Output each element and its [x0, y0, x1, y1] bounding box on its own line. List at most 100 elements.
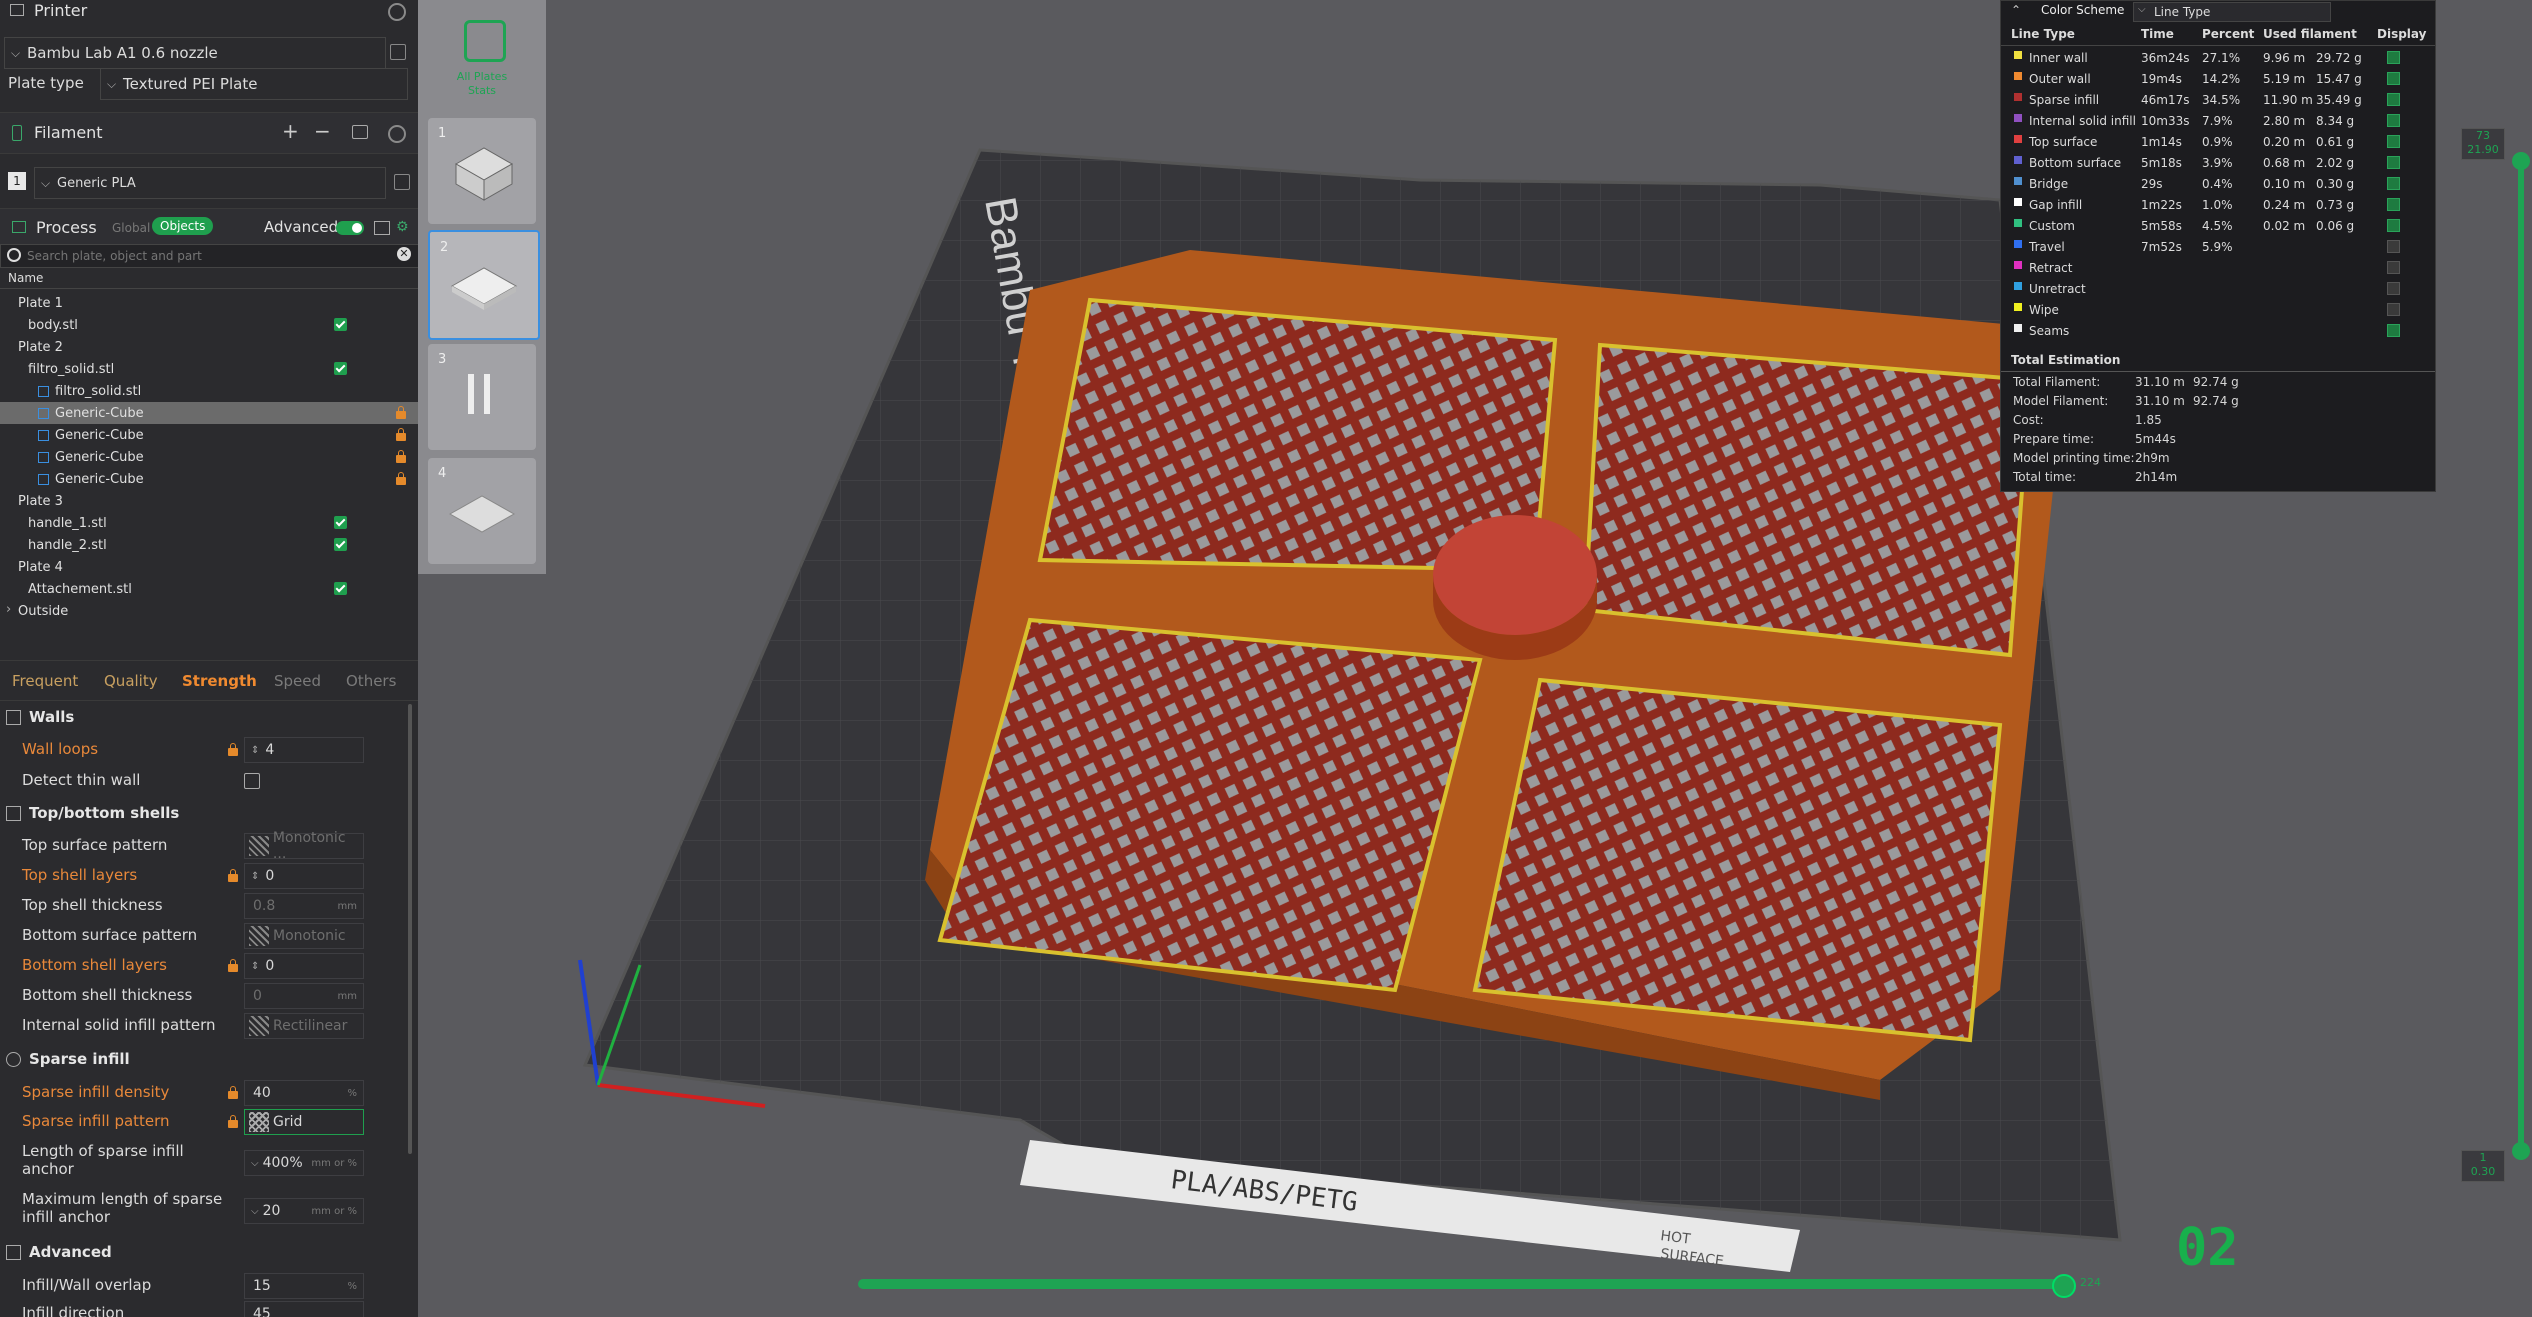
display-checkbox[interactable] — [2387, 51, 2400, 64]
move-slider-track[interactable] — [858, 1279, 2068, 1289]
tab-others[interactable]: Others — [346, 672, 396, 690]
plate-type-select[interactable]: ⌵ Textured PEI Plate — [100, 68, 408, 100]
display-checkbox[interactable] — [2387, 93, 2400, 106]
tab-speed[interactable]: Speed — [274, 672, 321, 690]
process-objects-toggle[interactable]: Objects — [152, 217, 214, 235]
tree-item[interactable]: Generic-Cube — [0, 402, 418, 424]
tree-item[interactable]: Outside › — [0, 600, 418, 622]
visible-checkbox[interactable] — [334, 538, 347, 551]
tree-item[interactable]: Generic-Cube — [0, 468, 418, 490]
advanced-toggle[interactable] — [336, 221, 364, 235]
layer-slider-top-handle[interactable] — [2512, 152, 2530, 170]
display-checkbox[interactable] — [2387, 240, 2400, 253]
visible-checkbox[interactable] — [334, 582, 347, 595]
anchor-length-input[interactable]: ⌵ 400% mm or % — [244, 1150, 364, 1176]
layer-slider-track[interactable] — [2518, 160, 2524, 1150]
detect-thin-wall-checkbox[interactable] — [244, 773, 260, 789]
lock-icon[interactable] — [396, 428, 406, 441]
infill-wall-overlap-input[interactable]: 15% — [244, 1273, 364, 1299]
tree-item[interactable]: Plate 2 — [0, 336, 418, 358]
sync-icon[interactable] — [352, 125, 368, 139]
tree-item[interactable]: handle_2.stl — [0, 534, 418, 556]
tree-item[interactable]: Generic-Cube — [0, 424, 418, 446]
remove-filament-icon[interactable]: − — [314, 119, 331, 143]
top-surface-pattern-select[interactable]: Monotonic ... — [244, 830, 364, 862]
max-anchor-length-input[interactable]: ⌵ 20 mm or % — [244, 1198, 364, 1224]
sparse-infill-density-input[interactable]: 40% — [244, 1080, 364, 1106]
visible-checkbox[interactable] — [334, 318, 347, 331]
add-filament-icon[interactable]: + — [282, 119, 299, 143]
tree-item[interactable]: Plate 1 — [0, 292, 418, 314]
display-checkbox[interactable] — [2387, 282, 2400, 295]
display-checkbox[interactable] — [2387, 72, 2400, 85]
display-checkbox[interactable] — [2387, 156, 2400, 169]
lock-icon[interactable] — [228, 869, 238, 882]
plate-thumbnail-3[interactable]: 3 — [428, 344, 536, 450]
sparse-infill-pattern-select[interactable]: Grid — [244, 1109, 364, 1135]
chevron-right-icon[interactable]: › — [6, 602, 11, 617]
plate-thumbnail-4[interactable]: 4 — [428, 458, 536, 564]
clear-search-icon[interactable]: ✕ — [397, 247, 411, 261]
top-shell-thickness-input[interactable]: 0.8 mm — [244, 893, 364, 919]
layer-slider-bottom-handle[interactable] — [2512, 1142, 2530, 1160]
settings-scrollbar[interactable] — [408, 704, 412, 1154]
filament-select[interactable]: ⌵ Generic PLA — [34, 167, 386, 199]
collapse-icon[interactable]: ⌃ — [2011, 3, 2021, 17]
display-checkbox[interactable] — [2387, 198, 2400, 211]
tree-item[interactable]: Generic-Cube — [0, 446, 418, 468]
process-settings-icon[interactable]: ⚙ — [396, 219, 409, 235]
lock-icon[interactable] — [396, 472, 406, 485]
plate-thumbnail-1[interactable]: 1 — [428, 118, 536, 224]
tree-item[interactable]: handle_1.stl — [0, 512, 418, 534]
tab-frequent[interactable]: Frequent — [12, 672, 78, 690]
tree-item[interactable]: filtro_solid.stl — [0, 380, 418, 402]
lock-icon[interactable] — [396, 406, 406, 419]
process-global-toggle[interactable]: Global — [112, 221, 150, 235]
printer-select[interactable]: ⌵ Bambu Lab A1 0.6 nozzle — [4, 37, 386, 69]
move-slider-handle[interactable] — [2052, 1274, 2076, 1298]
tree-item[interactable]: Plate 4 — [0, 556, 418, 578]
edit-icon[interactable] — [390, 44, 406, 60]
tree-item[interactable]: body.stl — [0, 314, 418, 336]
lock-icon[interactable] — [396, 450, 406, 463]
display-checkbox[interactable] — [2387, 261, 2400, 274]
bottom-shell-layers-input[interactable]: ⇕ 0 — [244, 953, 364, 979]
display-checkbox[interactable] — [2387, 303, 2400, 316]
sparse-infill-icon — [6, 1051, 21, 1067]
top-shell-layers-input[interactable]: ⇕ 0 — [244, 863, 364, 889]
display-checkbox[interactable] — [2387, 135, 2400, 148]
display-checkbox[interactable] — [2387, 177, 2400, 190]
line-type-pct: 7.9% — [2202, 114, 2233, 128]
display-checkbox[interactable] — [2387, 324, 2400, 337]
visible-checkbox[interactable] — [334, 362, 347, 375]
bottom-surface-pattern-select[interactable]: Monotonic — [244, 923, 364, 949]
lock-icon[interactable] — [228, 959, 238, 972]
lock-icon[interactable] — [228, 1115, 238, 1128]
visible-checkbox[interactable] — [334, 516, 347, 529]
display-checkbox[interactable] — [2387, 219, 2400, 232]
internal-solid-infill-pattern-select[interactable]: Rectilinear — [244, 1013, 364, 1039]
all-plates-stats-button[interactable]: All Plates Stats — [428, 6, 536, 106]
filament-settings-gear-icon[interactable] — [388, 125, 406, 143]
gear-icon[interactable] — [388, 3, 406, 21]
part-icon — [38, 407, 49, 419]
line-type-pct: 4.5% — [2202, 219, 2233, 233]
infill-direction-input[interactable]: 45 — [244, 1301, 364, 1317]
lock-icon[interactable] — [228, 743, 238, 756]
compare-icon[interactable] — [374, 221, 390, 235]
tab-quality[interactable]: Quality — [104, 672, 158, 690]
tree-item[interactable]: filtro_solid.stl — [0, 358, 418, 380]
wall-loops-input[interactable]: ⇕ 4 — [244, 737, 364, 763]
tab-strength[interactable]: Strength — [182, 672, 257, 690]
edit-filament-icon[interactable] — [394, 174, 410, 190]
color-scheme-select[interactable]: ⌵ Line Type — [2133, 2, 2331, 22]
bottom-shell-thickness-input[interactable]: 0 mm — [244, 983, 364, 1009]
plate-thumbnail-2[interactable]: 2 — [428, 230, 540, 340]
search-bar: ✕ — [0, 244, 418, 268]
lock-icon[interactable] — [228, 1086, 238, 1099]
tree-item[interactable]: Attachement.stl — [0, 578, 418, 600]
tree-item[interactable]: Plate 3 — [0, 490, 418, 512]
search-input[interactable] — [25, 246, 389, 266]
display-checkbox[interactable] — [2387, 114, 2400, 127]
top-shell-thickness-value: 0.8 — [253, 898, 276, 914]
